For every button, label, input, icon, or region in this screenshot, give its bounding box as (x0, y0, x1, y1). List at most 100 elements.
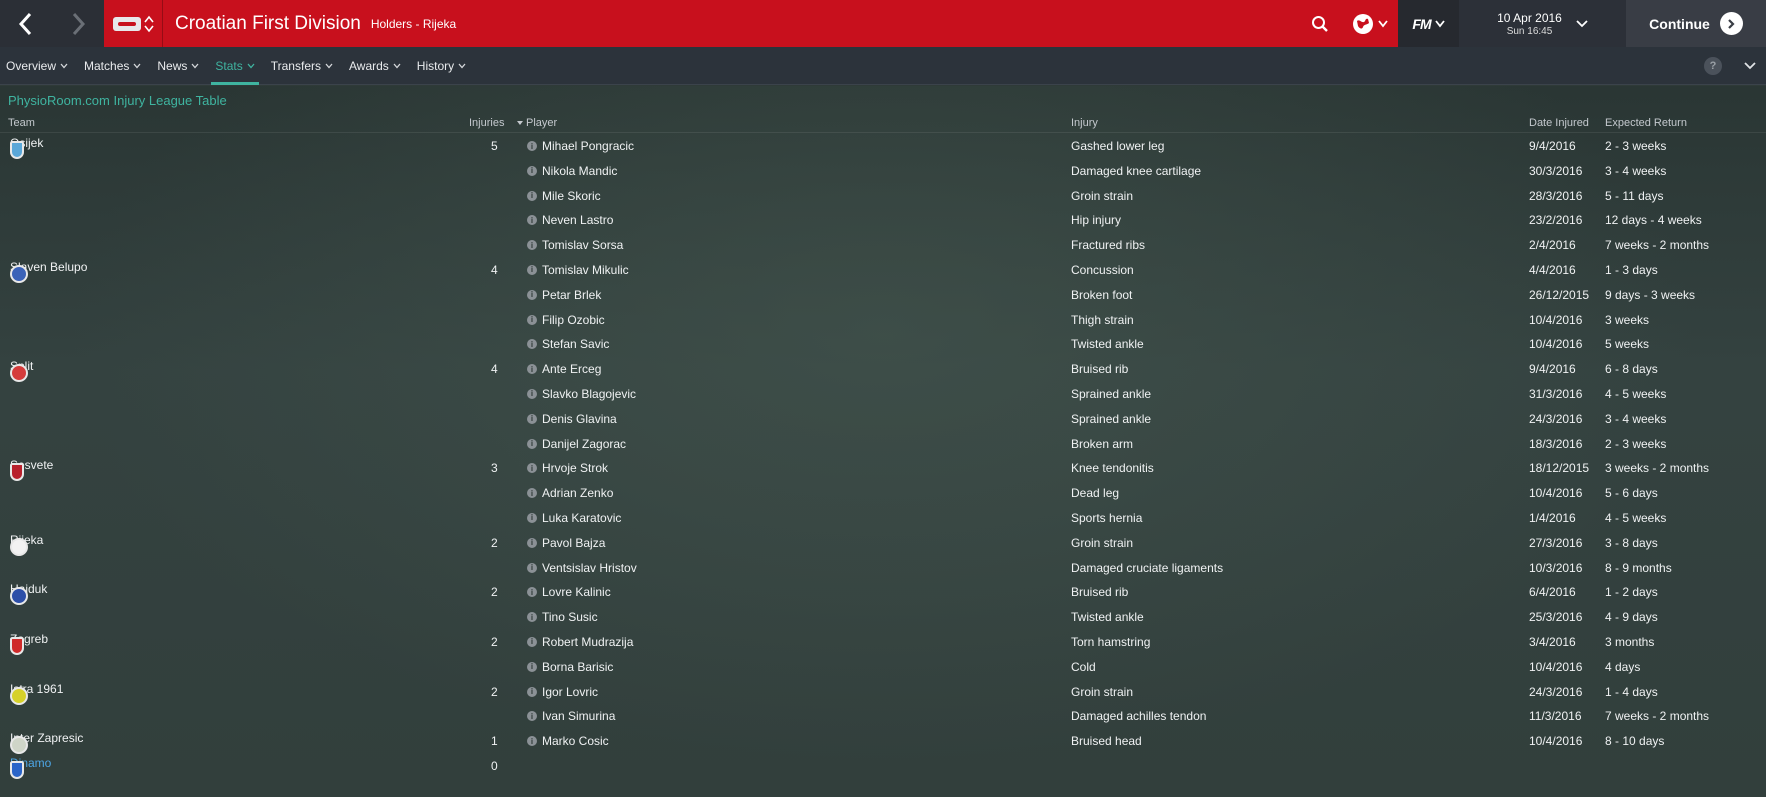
date-injured: 30/3/2016 (1529, 163, 1583, 178)
info-icon[interactable]: i (527, 612, 537, 623)
player-name[interactable]: Mile Skoric (542, 189, 601, 203)
column-header-injury[interactable]: Injury (1071, 117, 1098, 129)
date-injured: 24/3/2016 (1529, 411, 1583, 426)
info-icon[interactable]: i (527, 686, 537, 697)
team-cell[interactable]: Split (10, 359, 33, 383)
world-menu-button[interactable] (1342, 0, 1398, 47)
player-name[interactable]: Adrian Zenko (542, 486, 613, 500)
player-name[interactable]: Tomislav Mikulic (542, 263, 629, 277)
back-button[interactable] (0, 0, 52, 47)
info-icon[interactable]: i (527, 463, 537, 474)
info-icon[interactable]: i (527, 190, 537, 201)
info-icon[interactable]: i (527, 264, 537, 275)
column-header-team[interactable]: Team (8, 117, 35, 129)
player-name[interactable]: Mihael Pongracic (542, 139, 634, 153)
info-icon[interactable]: i (527, 314, 537, 325)
injury-type: Damaged achilles tendon (1071, 709, 1207, 724)
info-icon[interactable]: i (527, 438, 537, 449)
info-icon[interactable]: i (527, 512, 537, 523)
player-name[interactable]: Ventsislav Hristov (542, 561, 637, 575)
tab-stats[interactable]: Stats (209, 47, 260, 85)
team-cell[interactable]: Rijeka (10, 533, 43, 556)
info-icon[interactable]: i (527, 736, 537, 747)
player-name[interactable]: Hrvoje Strok (542, 461, 608, 475)
team-cell[interactable]: Sesvete (10, 458, 53, 482)
player-name[interactable]: Robert Mudrazija (542, 635, 633, 649)
player-name[interactable]: Luka Karatovic (542, 511, 621, 525)
forward-button[interactable] (52, 0, 104, 47)
continue-button[interactable]: Continue (1626, 0, 1766, 47)
info-icon[interactable]: i (527, 388, 537, 399)
player-name[interactable]: Neven Lastro (542, 213, 613, 227)
search-icon (1312, 15, 1328, 32)
tab-transfers[interactable]: Transfers (265, 47, 339, 85)
player-name[interactable]: Marko Cosic (542, 734, 609, 748)
help-button[interactable]: ? (1704, 56, 1722, 75)
column-header-expected-return[interactable]: Expected Return (1605, 117, 1687, 129)
expected-return: 1 - 2 days (1605, 585, 1658, 600)
player-name[interactable]: Denis Glavina (542, 412, 617, 426)
tab-awards[interactable]: Awards (343, 47, 407, 85)
player-name[interactable]: Igor Lovric (542, 685, 598, 699)
player-name[interactable]: Petar Brlek (542, 288, 601, 302)
fm-menu-button[interactable]: FM (1398, 0, 1459, 47)
tab-overview[interactable]: Overview (0, 47, 74, 85)
fm-logo: FM (1412, 15, 1431, 32)
info-icon[interactable]: i (527, 215, 537, 226)
tab-matches[interactable]: Matches (78, 47, 147, 85)
chevron-down-icon[interactable] (1744, 61, 1756, 70)
info-icon[interactable]: i (527, 141, 537, 151)
player-name[interactable]: Tino Susic (542, 610, 598, 624)
player-name[interactable]: Nikola Mandic (542, 164, 617, 178)
info-icon[interactable]: i (527, 364, 537, 375)
player-name[interactable]: Slavko Blagojevic (542, 387, 636, 401)
player-name[interactable]: Filip Ozobic (542, 313, 605, 327)
info-icon[interactable]: i (527, 240, 537, 251)
expected-return: 1 - 4 days (1605, 684, 1658, 699)
date-injured: 9/4/2016 (1529, 139, 1576, 153)
injury-type: Damaged cruciate ligaments (1071, 560, 1224, 575)
player-name[interactable]: Danijel Zagorac (542, 437, 626, 451)
team-cell[interactable]: Dinamo (10, 756, 51, 779)
player-name[interactable]: Pavol Bajza (542, 536, 605, 550)
info-icon[interactable]: i (527, 413, 537, 424)
search-button[interactable] (1298, 0, 1342, 47)
info-icon[interactable]: i (527, 562, 537, 573)
tab-news[interactable]: News (151, 47, 205, 85)
player-name[interactable]: Tomislav Sorsa (542, 238, 623, 252)
info-icon[interactable]: i (527, 587, 537, 598)
column-header-injuries[interactable]: Injuries (469, 117, 504, 129)
info-icon[interactable]: i (527, 661, 537, 672)
tab-history[interactable]: History (411, 47, 472, 85)
player-name[interactable]: Borna Barisic (542, 660, 613, 674)
team-cell[interactable]: Slaven Belupo (10, 260, 87, 283)
info-icon[interactable]: i (527, 339, 537, 350)
player-name[interactable]: Lovre Kalinic (542, 585, 611, 599)
column-header-date-injured[interactable]: Date Injured (1529, 117, 1589, 129)
info-icon[interactable]: i (527, 537, 537, 548)
info-icon[interactable]: i (527, 711, 537, 722)
chevron-down-icon (393, 63, 401, 68)
player-name[interactable]: Ante Erceg (542, 362, 601, 376)
date-injured: 10/4/2016 (1529, 486, 1583, 501)
team-badge-icon (10, 364, 28, 383)
injury-table: Osijek 5 i Mihael Pongracic Gashed lower leg… (0, 134, 1766, 779)
player-name[interactable]: Ivan Simurina (542, 709, 615, 723)
team-injury-count: 1 (491, 734, 498, 749)
info-icon[interactable]: i (527, 165, 537, 176)
team-cell[interactable]: Osijek (10, 136, 43, 159)
column-header-player[interactable]: Player (517, 117, 557, 129)
team-injury-count: 4 (491, 262, 498, 277)
info-icon[interactable]: i (527, 636, 537, 647)
info-icon[interactable]: i (527, 488, 537, 499)
date-display[interactable]: 10 Apr 2016 Sun 16:45 (1459, 0, 1626, 47)
date-injured: 10/3/2016 (1529, 560, 1583, 575)
info-icon[interactable]: i (527, 289, 537, 300)
competition-selector[interactable] (104, 0, 163, 47)
team-cell[interactable]: Hajduk (10, 582, 47, 606)
injury-type: Bruised rib (1071, 585, 1129, 600)
player-name[interactable]: Stefan Savic (542, 337, 609, 351)
team-cell[interactable]: Inter Zapresic (10, 731, 83, 755)
team-cell[interactable]: Zagreb (10, 632, 48, 655)
team-cell[interactable]: Istra 1961 (10, 682, 63, 705)
